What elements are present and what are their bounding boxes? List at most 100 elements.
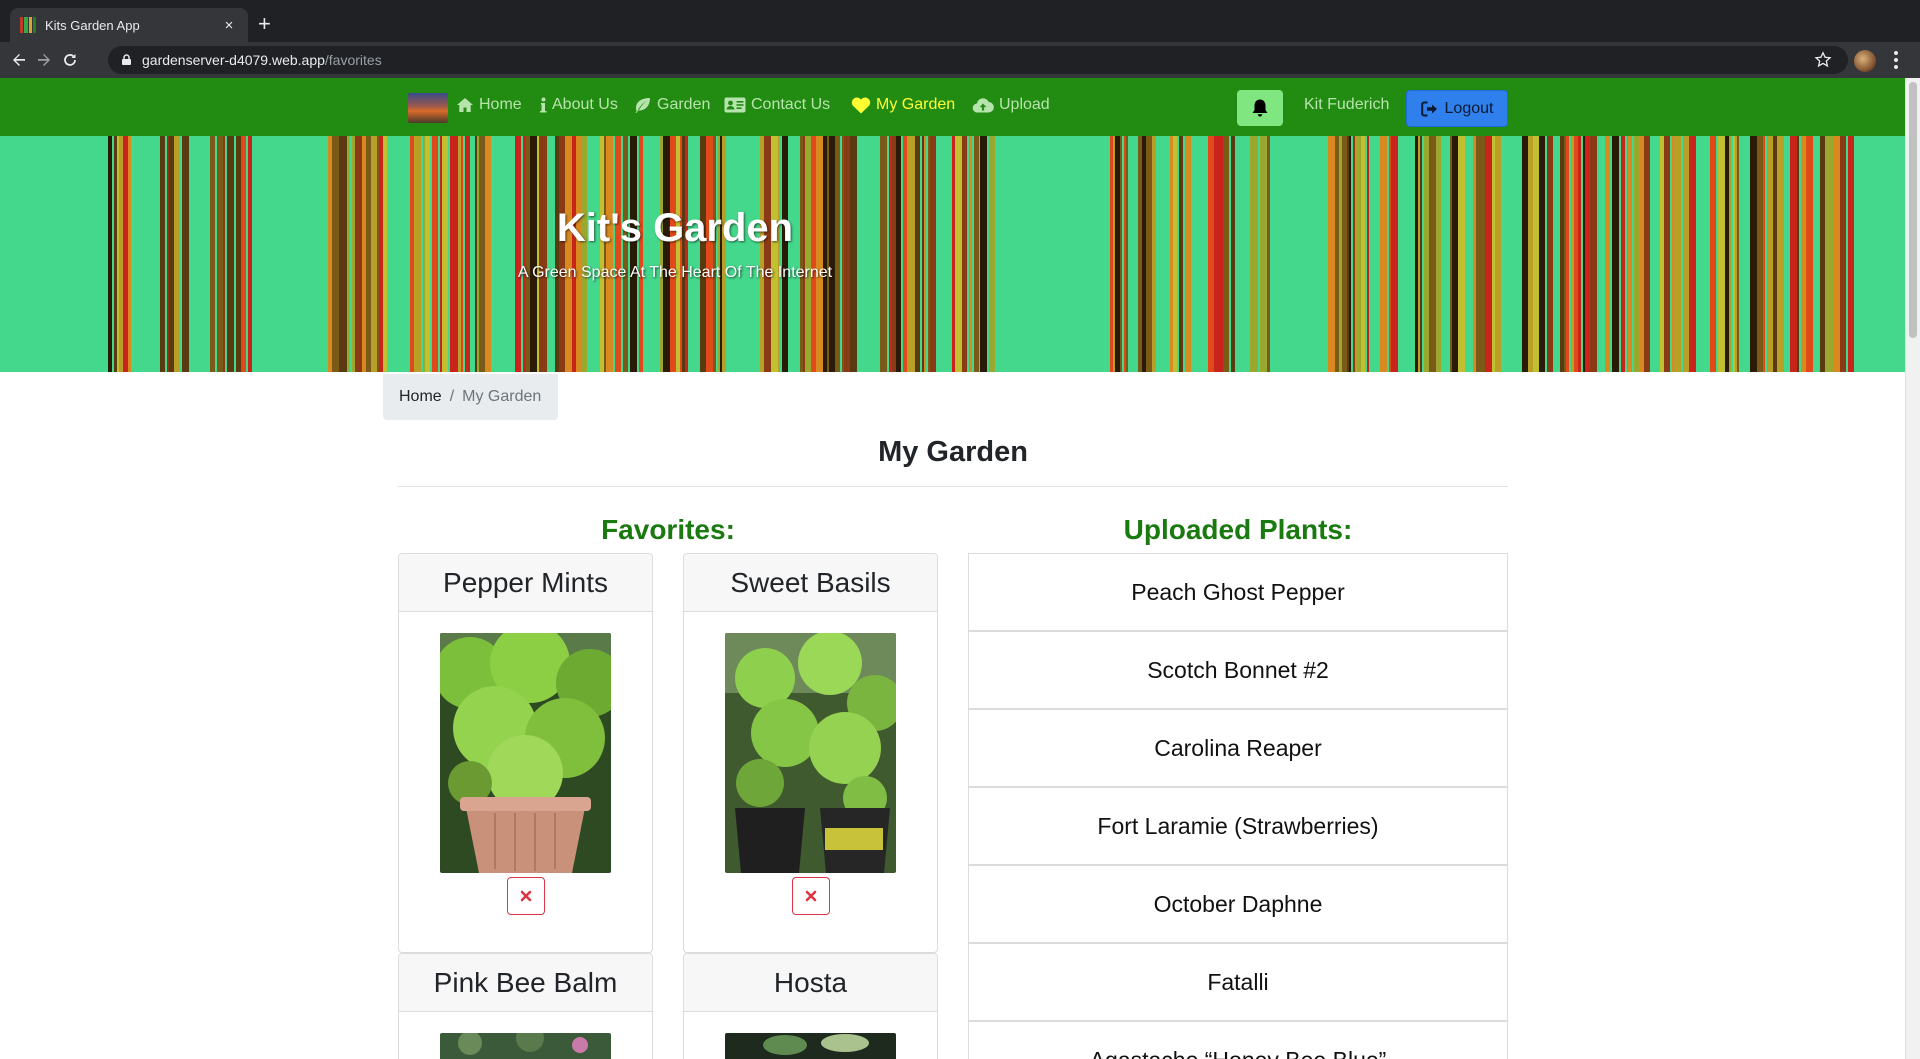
banner-stripe — [974, 136, 979, 372]
address-bar[interactable]: gardenserver-d4079.web.app/favorites — [108, 46, 1848, 74]
breadcrumb-separator: / — [449, 388, 455, 405]
nav-my-garden[interactable]: My Garden — [851, 96, 955, 114]
banner-stripe — [1260, 136, 1267, 372]
favorite-card-title[interactable]: Pepper Mints — [399, 554, 652, 612]
nav-upload[interactable]: Upload — [972, 96, 1050, 114]
close-x-icon — [805, 890, 817, 902]
close-x-icon — [520, 890, 532, 902]
uploaded-plant-item[interactable]: Carolina Reaper — [968, 709, 1508, 787]
reload-icon[interactable] — [60, 50, 80, 70]
banner-stripe — [581, 136, 587, 372]
banner-stripe — [915, 136, 920, 372]
banner-stripe — [1361, 136, 1365, 372]
banner-stripe — [1790, 136, 1797, 372]
banner-stripe — [1152, 136, 1156, 372]
forward-arrow-icon[interactable] — [34, 50, 54, 70]
banner-stripe — [1644, 136, 1650, 372]
new-tab-button[interactable]: + — [258, 12, 271, 36]
banner-stripe — [425, 136, 430, 372]
tab-title: Kits Garden App — [45, 17, 140, 33]
banner-stripe — [160, 136, 165, 372]
banner-stripe — [1840, 136, 1846, 372]
favorite-card-title[interactable]: Hosta — [684, 954, 937, 1012]
banner-stripe — [782, 136, 788, 372]
logout-button[interactable]: Logout — [1406, 90, 1508, 127]
banner-subtitle: A Green Space At The Heart Of The Intern… — [517, 264, 833, 281]
banner-stripe — [108, 136, 112, 372]
remove-favorite-button[interactable] — [792, 877, 830, 915]
breadcrumb-current: My Garden — [462, 388, 542, 405]
browser-menu-icon[interactable] — [1894, 51, 1898, 69]
browser-tab[interactable]: Kits Garden App × — [10, 8, 248, 42]
banner-stripe — [816, 136, 823, 372]
banner-stripe — [1806, 136, 1813, 372]
banner-stripe — [355, 136, 362, 372]
banner-stripe — [414, 136, 421, 372]
site-navbar: Home About Us Garden Contact Us My Garde… — [0, 78, 1905, 136]
banner-stripe — [1833, 136, 1840, 372]
banner-stripe — [1391, 136, 1398, 372]
banner-stripe — [1367, 136, 1369, 372]
banner-stripe — [623, 136, 628, 372]
uploaded-plant-item[interactable]: Peach Ghost Pepper — [968, 553, 1508, 631]
notifications-button[interactable] — [1237, 90, 1283, 126]
brand-logo[interactable] — [408, 93, 448, 123]
banner-stripe — [461, 136, 463, 372]
banner-stripe — [955, 136, 962, 372]
banner-stripe — [1495, 136, 1501, 372]
breadcrumb-home-link[interactable]: Home — [399, 388, 442, 406]
page-scrollbar[interactable] — [1905, 78, 1920, 1059]
nav-home[interactable]: Home — [456, 96, 522, 114]
uploaded-plant-item[interactable]: Fatalli — [968, 943, 1508, 1021]
favorite-card: Hosta — [683, 953, 938, 1059]
nav-contact-us[interactable]: Contact Us — [724, 96, 830, 114]
banner-stripe — [1420, 136, 1422, 372]
banner-stripe — [1539, 136, 1545, 372]
banner-stripe — [1578, 136, 1581, 372]
breadcrumb: Home / My Garden — [383, 374, 558, 420]
favorite-card: Pepper Mints — [398, 553, 653, 953]
banner-stripe — [1664, 136, 1670, 372]
banner-stripe — [1267, 136, 1270, 372]
bookmark-star-icon[interactable] — [1814, 51, 1832, 69]
garden-favicon-icon — [20, 17, 36, 33]
uploaded-plant-item[interactable]: October Daphne — [968, 865, 1508, 943]
banner-stripe — [432, 136, 438, 372]
nav-garden-label: Garden — [657, 96, 711, 113]
remove-favorite-button[interactable] — [507, 877, 545, 915]
banner-stripe — [630, 136, 637, 372]
username[interactable]: Kit Fuderich — [1304, 96, 1389, 114]
banner-stripe — [989, 136, 995, 372]
banner-stripe — [1737, 136, 1739, 372]
banner-stripe — [241, 136, 246, 372]
nav-garden[interactable]: Garden — [634, 96, 710, 114]
profile-avatar[interactable] — [1854, 50, 1876, 72]
banner-stripe — [835, 136, 840, 372]
uploaded-plant-item[interactable]: Scotch Bonnet #2 — [968, 631, 1508, 709]
favorite-card: Sweet Basils — [683, 553, 938, 953]
banner-stripe — [1605, 136, 1610, 372]
banner-stripe — [685, 136, 688, 372]
banner-stripe — [713, 136, 716, 372]
banner-stripe — [1848, 136, 1854, 372]
banner-stripe — [969, 136, 972, 372]
banner-stripe — [248, 136, 252, 372]
nav-about-us[interactable]: About Us — [539, 96, 618, 114]
uploaded-plant-item[interactable]: Agastache “Honey Bee Blue” — [968, 1021, 1508, 1059]
banner-stripe — [1349, 136, 1351, 372]
banner-stripe — [924, 136, 926, 372]
logout-label: Logout — [1444, 99, 1494, 117]
banner-stripe — [1185, 136, 1191, 372]
scrollbar-thumb[interactable] — [1909, 82, 1917, 338]
favorite-card-title[interactable]: Sweet Basils — [684, 554, 937, 612]
nav-upload-label: Upload — [999, 96, 1050, 113]
banner-stripe — [465, 136, 470, 372]
banner-stripe — [223, 136, 225, 372]
banner-stripe — [1120, 136, 1122, 372]
banner-stripe — [347, 136, 350, 372]
favorite-card-title[interactable]: Pink Bee Balm — [399, 954, 652, 1012]
uploaded-plant-item[interactable]: Fort Laramie (Strawberries) — [968, 787, 1508, 865]
banner-stripe — [1173, 136, 1177, 372]
tab-close-icon[interactable]: × — [220, 17, 238, 34]
back-arrow-icon[interactable] — [9, 50, 29, 70]
